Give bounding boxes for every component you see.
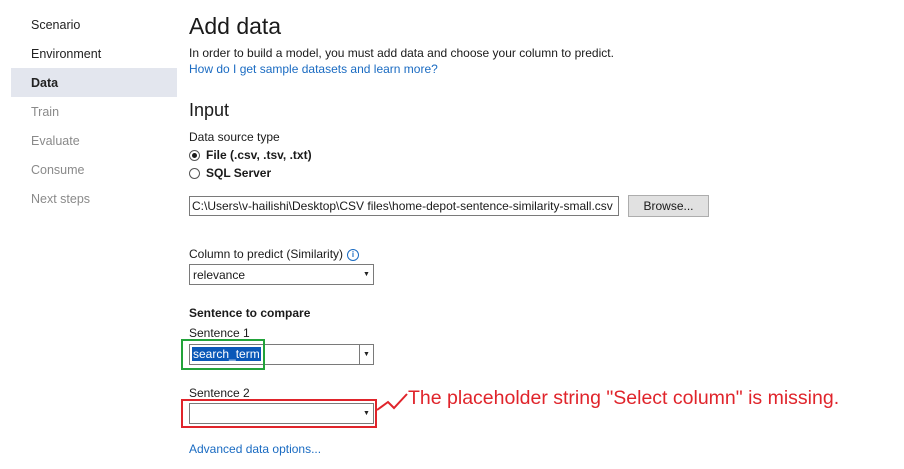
sample-datasets-link[interactable]: How do I get sample datasets and learn m… (189, 62, 438, 76)
predict-column-value: relevance (193, 268, 246, 282)
highlight-box-ok (181, 339, 265, 370)
predict-column-dropdown[interactable]: relevance ▼ (189, 264, 374, 285)
chevron-down-icon: ▼ (363, 271, 370, 278)
sidebar-item-data[interactable]: Data (31, 75, 58, 91)
sentence-compare-heading: Sentence to compare (189, 306, 311, 320)
radio-file-option[interactable]: File (.csv, .tsv, .txt) (189, 148, 312, 162)
sidebar-item-consume[interactable]: Consume (31, 162, 85, 178)
chevron-down-icon[interactable]: ▼ (359, 345, 373, 364)
predict-column-label: Column to predict (Similarity) i (189, 247, 360, 261)
browse-button[interactable]: Browse... (628, 195, 709, 217)
data-source-label: Data source type (189, 130, 280, 144)
file-path-input[interactable]: C:\Users\v-hailishi\Desktop\CSV files\ho… (189, 196, 619, 216)
sentence2-label: Sentence 2 (189, 386, 250, 400)
page-description: In order to build a model, you must add … (189, 46, 614, 60)
radio-sql-button[interactable] (189, 167, 200, 179)
highlight-box-issue (181, 399, 377, 428)
sidebar-item-train[interactable]: Train (31, 104, 59, 120)
callout-arrow (376, 393, 408, 411)
input-heading: Input (189, 100, 230, 120)
radio-sql-option[interactable]: SQL Server (189, 166, 271, 180)
radio-file-label: File (.csv, .tsv, .txt) (206, 148, 312, 162)
sentence1-label: Sentence 1 (189, 326, 250, 340)
sidebar-item-scenario[interactable]: Scenario (31, 17, 80, 33)
sidebar-item-environment[interactable]: Environment (31, 46, 101, 62)
advanced-data-options-link[interactable]: Advanced data options... (189, 442, 321, 456)
issue-annotation: The placeholder string "Select column" i… (408, 387, 840, 409)
sidebar-item-evaluate[interactable]: Evaluate (31, 133, 80, 149)
predict-column-label-text: Column to predict (Similarity) (189, 247, 344, 261)
radio-sql-label: SQL Server (206, 166, 272, 180)
page-title: Add data (189, 13, 282, 39)
info-icon[interactable]: i (347, 249, 360, 261)
sidebar-item-next-steps[interactable]: Next steps (31, 191, 90, 207)
radio-file-button[interactable] (189, 149, 200, 161)
